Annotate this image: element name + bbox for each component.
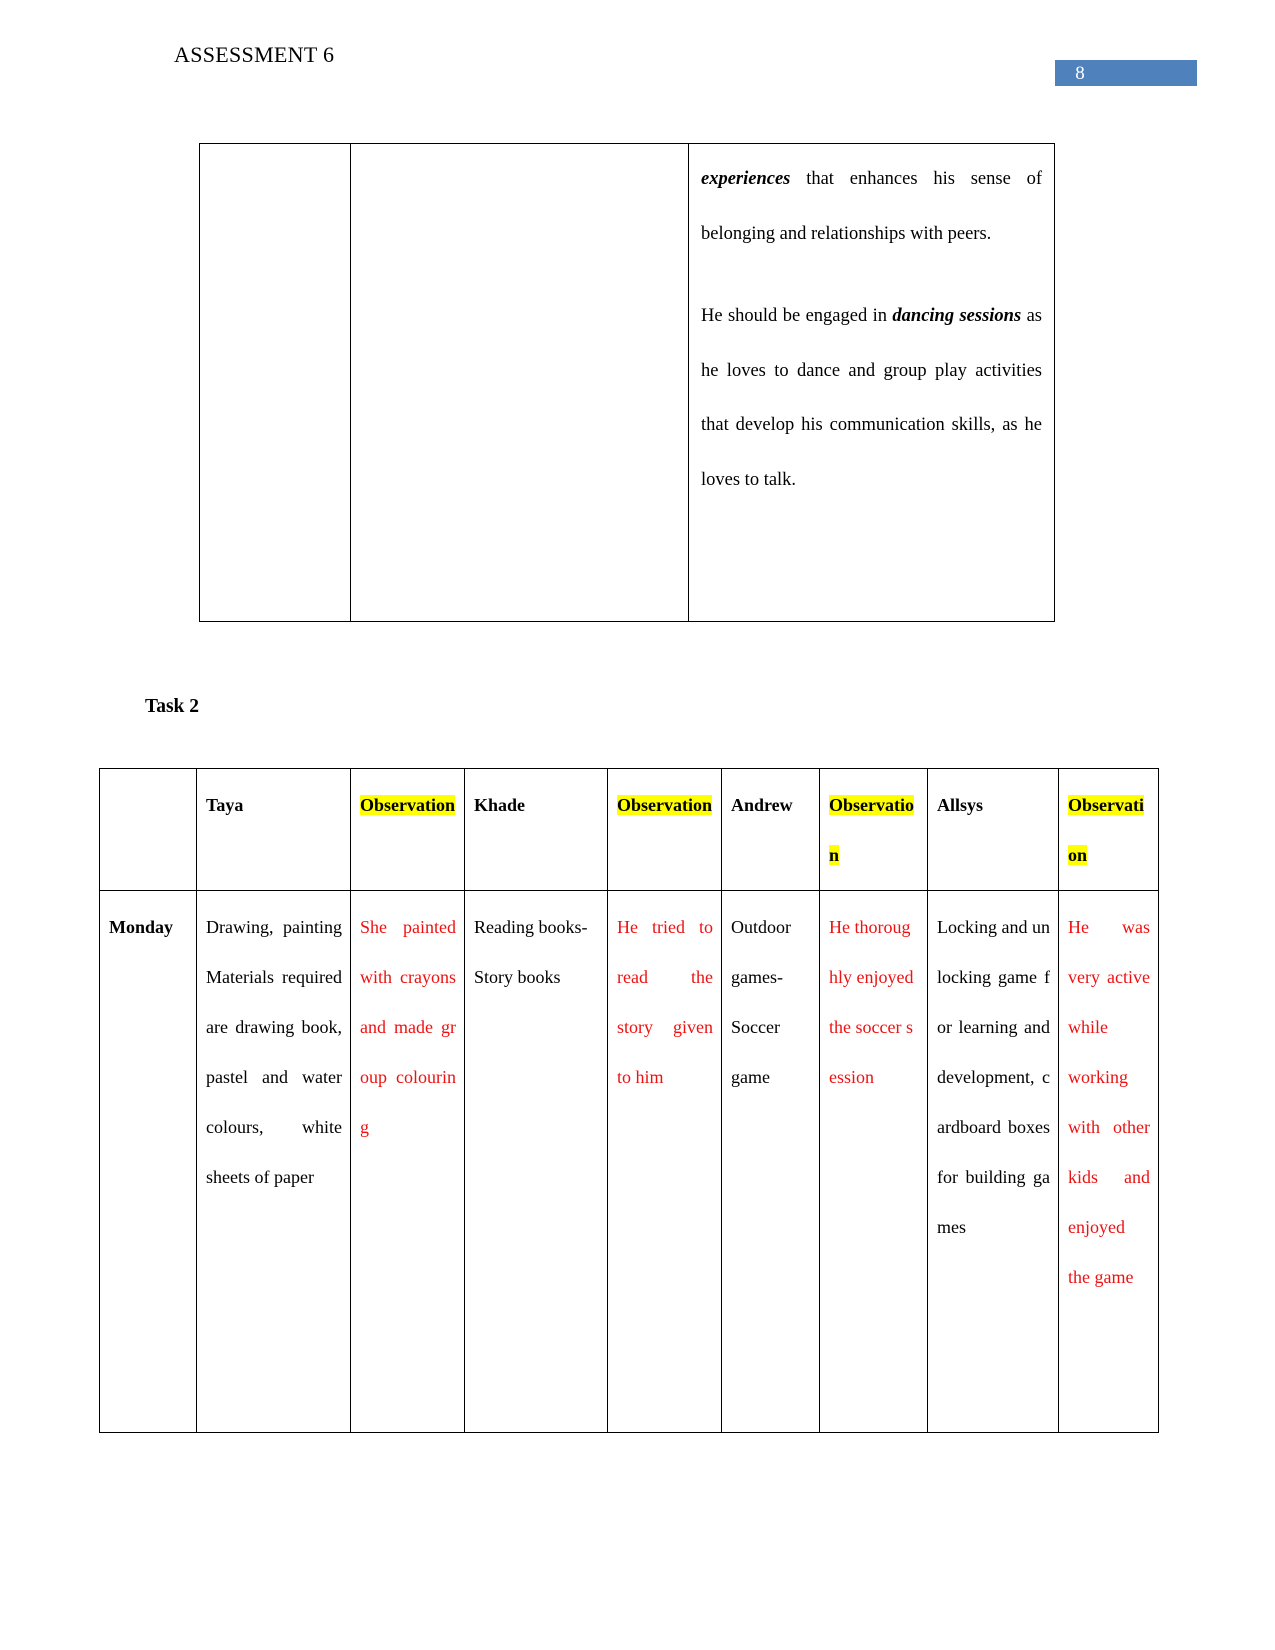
activity-observation-table: Taya Observation Khade Observation Andre… (99, 768, 1159, 1433)
continuation-paragraph-2: He should be engaged in dancing sessions… (701, 289, 1042, 507)
continuation-cell-empty-1 (199, 143, 351, 622)
cell-observation-allsys: He was very active while working with ot… (1058, 890, 1159, 1433)
header-label-andrew: Andrew (731, 795, 793, 815)
emphasis-experiences: experiences (701, 169, 791, 189)
table-header-row: Taya Observation Khade Observation Andre… (99, 768, 1159, 891)
cell-activity-taya: Drawing, painting Materials required are… (196, 890, 351, 1433)
header-cell-observation-andrew: Observation (819, 768, 928, 891)
table-row: Monday Drawing, painting Materials requi… (99, 890, 1159, 1433)
cell-observation-taya: She painted with crayons and made group … (350, 890, 465, 1433)
header-cell-day (99, 768, 197, 891)
header-cell-observation-taya: Observation (350, 768, 465, 891)
header-label-observation-allsys: Observation (1068, 795, 1144, 865)
continuation-paragraph-2-start: He should be engaged in (701, 306, 893, 326)
continuation-paragraph-2-rest: as he loves to dance and group play acti… (701, 306, 1042, 490)
cell-activity-khade: Reading books- Story books (464, 890, 608, 1433)
header-label-observation-khade: Observation (617, 795, 713, 815)
cell-observation-khade: He tried to read the story given to him (607, 890, 722, 1433)
continuation-cell-empty-2 (350, 143, 689, 622)
header-label-khade: Khade (474, 795, 526, 815)
continuation-cell-text: experiences that enhances his sense of b… (688, 143, 1055, 622)
cell-activity-allsys: Locking and unlocking game for learning … (927, 890, 1059, 1433)
continuation-table: experiences that enhances his sense of b… (199, 143, 1055, 622)
header-cell-observation-allsys: Observation (1058, 768, 1159, 891)
cell-day-monday: Monday (99, 890, 197, 1433)
table-row: experiences that enhances his sense of b… (199, 143, 1055, 622)
header-cell-khade: Khade (464, 768, 608, 891)
header-label-observation-taya: Observation (360, 795, 456, 815)
document-title: ASSESSMENT 6 (174, 42, 335, 67)
header-cell-andrew: Andrew (721, 768, 820, 891)
page-header: ASSESSMENT 6 8 (0, 42, 1275, 88)
continuation-paragraph-1: experiences that enhances his sense of b… (701, 152, 1042, 261)
header-label-taya: Taya (206, 795, 244, 815)
page-number: 8 (1075, 63, 1085, 84)
header-cell-observation-khade: Observation (607, 768, 722, 891)
header-label-allsys: Allsys (937, 795, 984, 815)
header-cell-taya: Taya (196, 768, 351, 891)
cell-observation-andrew: He thoroughly enjoyed the soccer session (819, 890, 928, 1433)
task-heading: Task 2 (145, 696, 200, 717)
header-label-observation-andrew: Observation (829, 795, 914, 865)
cell-activity-andrew: Outdoor games- Soccer game (721, 890, 820, 1433)
emphasis-dancing-sessions: dancing sessions (892, 306, 1022, 326)
header-cell-allsys: Allsys (927, 768, 1059, 891)
